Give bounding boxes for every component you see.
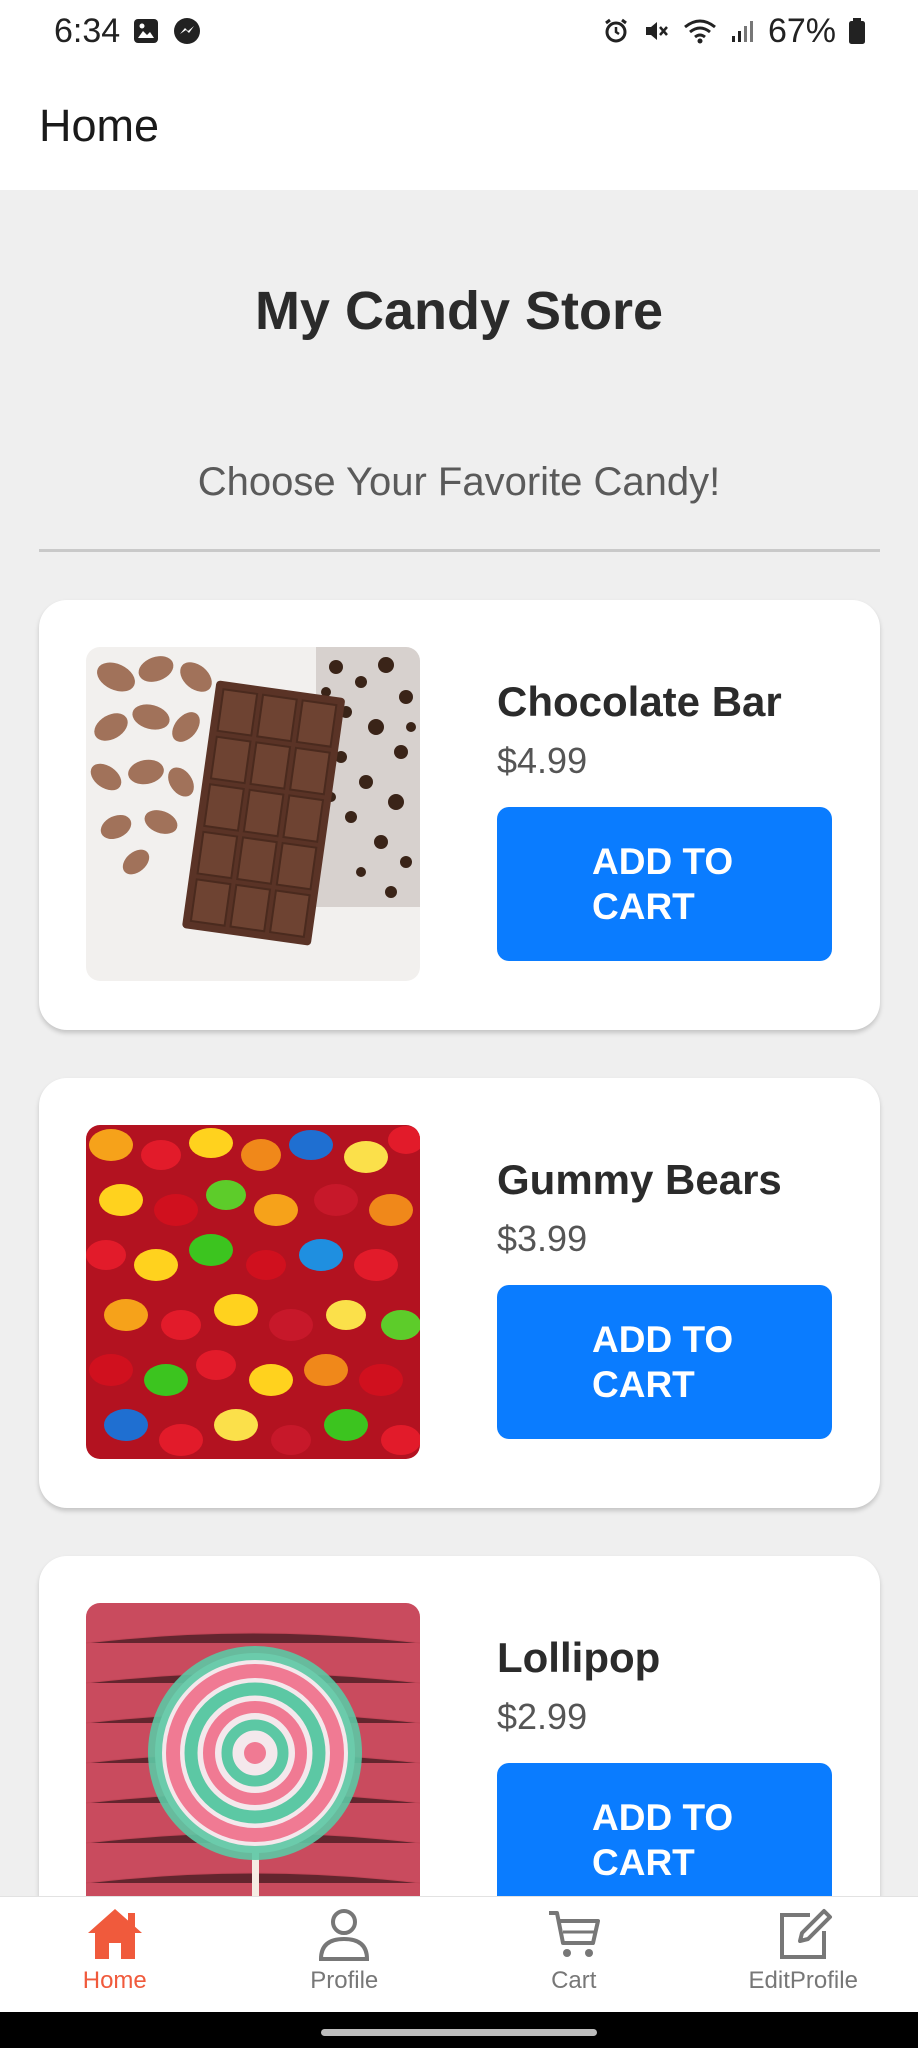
product-name: Lollipop <box>497 1634 661 1681</box>
edit-icon <box>772 1905 834 1963</box>
messenger-icon <box>172 16 202 46</box>
product-card: Gummy Bears $3.99 ADD TO CART <box>39 1078 880 1508</box>
product-price: $4.99 <box>497 740 588 781</box>
nav-label-home: Home <box>82 1967 147 1994</box>
nav-item-profile[interactable]: Profile <box>230 1897 460 2012</box>
image-icon <box>132 17 160 45</box>
signal-icon <box>730 18 756 44</box>
header-title: Home <box>39 100 160 151</box>
profile-icon <box>313 1905 375 1963</box>
status-right: 67% <box>602 12 866 51</box>
gummy-bears-image <box>86 1125 420 1459</box>
add-to-cart-label: ADD TO CART <box>592 1797 734 1883</box>
lollipop-image <box>86 1603 420 1896</box>
product-name: Gummy Bears <box>497 1156 782 1203</box>
cart-icon <box>543 1905 605 1963</box>
nav-label-cart: Cart <box>551 1967 597 1994</box>
nav-item-home[interactable]: Home <box>0 1897 230 2012</box>
gesture-bar <box>0 2012 918 2048</box>
add-to-cart-button[interactable]: ADD TO CART <box>497 1285 832 1439</box>
home-icon <box>84 1905 146 1963</box>
nav-label-editprofile: EditProfile <box>748 1967 858 1994</box>
nav-item-cart[interactable]: Cart <box>459 1897 689 2012</box>
main-content[interactable]: My Candy Store Choose Your Favorite Cand… <box>0 190 918 1896</box>
product-price: $3.99 <box>497 1218 588 1259</box>
nav-label-profile: Profile <box>310 1967 379 1994</box>
nav-item-editprofile[interactable]: EditProfile <box>689 1897 918 2012</box>
status-time: 6:34 <box>54 11 121 50</box>
add-to-cart-button[interactable]: ADD TO CART <box>497 807 832 961</box>
product-card: Chocolate Bar $4.99 ADD TO CART <box>39 600 880 1030</box>
add-to-cart-label: ADD TO CART <box>592 1319 734 1405</box>
battery-icon <box>848 17 866 45</box>
product-card: Lollipop $2.99 ADD TO CART <box>39 1556 880 1896</box>
divider <box>39 549 880 552</box>
battery-percent: 67% <box>767 11 836 50</box>
chocolate-bar-image <box>86 647 420 981</box>
add-to-cart-label: ADD TO CART <box>592 841 734 927</box>
gesture-handle[interactable] <box>321 2029 597 2036</box>
wifi-icon <box>682 17 718 45</box>
status-left: 6:34 <box>54 12 202 51</box>
add-to-cart-button[interactable]: ADD TO CART <box>497 1763 832 1896</box>
app-screen: 6:34 67% Home My Candy Store Choose Your… <box>0 0 918 2048</box>
store-title: My Candy Store <box>254 281 664 341</box>
alarm-icon <box>602 17 630 45</box>
bottom-nav: Home Profile Cart EditProfile <box>0 1896 918 2012</box>
product-price: $2.99 <box>497 1696 588 1737</box>
status-bar: 6:34 67% <box>0 0 918 62</box>
store-subtitle: Choose Your Favorite Candy! <box>197 460 721 504</box>
mute-icon <box>642 17 670 45</box>
product-name: Chocolate Bar <box>497 678 782 725</box>
app-header: Home <box>0 62 918 190</box>
